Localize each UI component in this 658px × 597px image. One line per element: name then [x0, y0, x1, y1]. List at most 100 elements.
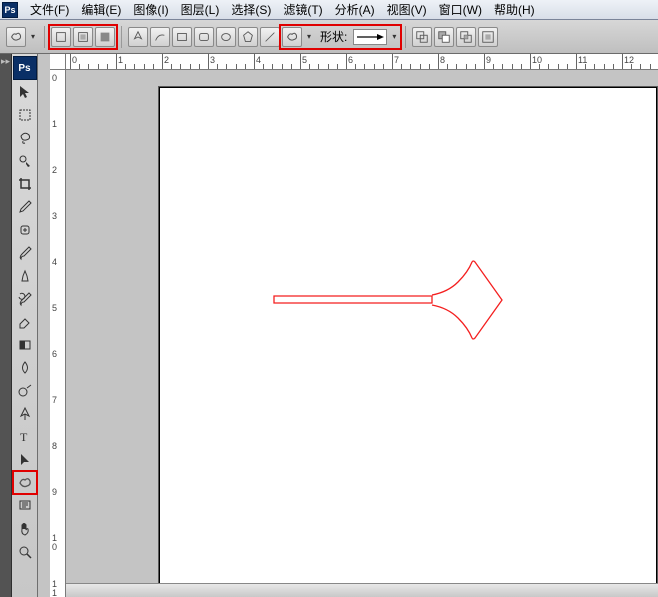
ruler-number: 9: [486, 55, 491, 65]
ruler-number: 12: [624, 55, 634, 65]
horizontal-scrollbar[interactable]: [66, 583, 658, 597]
shape-picker[interactable]: [353, 29, 387, 45]
ruler-number: 0: [72, 55, 77, 65]
tool-gradient[interactable]: [13, 333, 37, 356]
geometry-caret-icon[interactable]: ▾: [304, 29, 314, 45]
intersect-shape-icon[interactable]: [456, 27, 476, 47]
panel-collapse-gutter[interactable]: ▸▸: [0, 54, 12, 597]
menu-window[interactable]: 窗口(W): [433, 0, 488, 20]
ruler-tick: [484, 54, 485, 70]
polygon-shape-icon[interactable]: [238, 27, 258, 47]
ruler-tick: [438, 54, 439, 70]
tool-clone[interactable]: [13, 264, 37, 287]
ruler-number: 2: [52, 166, 57, 175]
tool-blur[interactable]: [13, 356, 37, 379]
ruler-tick: [346, 54, 347, 70]
layer-mode-group: [51, 27, 115, 47]
rounded-rect-shape-icon[interactable]: [194, 27, 214, 47]
fill-pixels-button[interactable]: [95, 27, 115, 47]
arrow-shape-drawing: [272, 258, 504, 348]
ruler-number: 4: [52, 258, 57, 267]
tool-history-brush[interactable]: [13, 287, 37, 310]
menu-edit[interactable]: 编辑(E): [75, 0, 127, 20]
tool-pen[interactable]: [13, 402, 37, 425]
menu-image[interactable]: 图像(I): [127, 0, 174, 20]
document-area: 012345678910111213 01234567891011: [38, 54, 658, 597]
rectangle-shape-icon[interactable]: [172, 27, 192, 47]
tool-hand[interactable]: [13, 517, 37, 540]
tool-crop[interactable]: [13, 172, 37, 195]
tool-dodge[interactable]: [13, 379, 37, 402]
tool-lasso[interactable]: [13, 126, 37, 149]
subtract-shape-icon[interactable]: [434, 27, 454, 47]
ruler-number: 5: [302, 55, 307, 65]
ruler-number: 7: [394, 55, 399, 65]
tool-zoom[interactable]: [13, 540, 37, 563]
ellipse-shape-icon[interactable]: [216, 27, 236, 47]
tool-brush[interactable]: [13, 241, 37, 264]
menu-view[interactable]: 视图(V): [381, 0, 433, 20]
ruler-tick: [162, 54, 163, 70]
exclude-shape-icon[interactable]: [478, 27, 498, 47]
ruler-number: 9: [52, 488, 57, 497]
tool-type[interactable]: T: [13, 425, 37, 448]
ruler-vertical: 01234567891011: [50, 70, 66, 597]
canvas[interactable]: [158, 86, 658, 583]
ruler-number: 1: [118, 55, 123, 65]
tool-preset-caret-icon[interactable]: ▾: [28, 29, 38, 45]
ruler-corner: [50, 54, 66, 70]
tool-move[interactable]: [13, 80, 37, 103]
ruler-tick: [300, 54, 301, 70]
ruler-number: 0: [52, 74, 57, 83]
tool-healing[interactable]: [13, 218, 37, 241]
tool-eraser[interactable]: [13, 310, 37, 333]
freeform-pen-icon[interactable]: [150, 27, 170, 47]
ruler-tick: [622, 54, 623, 70]
tool-path-select[interactable]: [13, 448, 37, 471]
tool-eyedropper[interactable]: [13, 195, 37, 218]
app-icon: Ps: [2, 2, 18, 18]
ruler-number: 5: [52, 304, 57, 313]
tool-custom-shape[interactable]: [13, 471, 37, 494]
ruler-tick: [254, 54, 255, 70]
workspace: ▸▸ Ps T 012345678910111213 0123456789101…: [0, 54, 658, 597]
menu-analysis[interactable]: 分析(A): [329, 0, 381, 20]
menu-select[interactable]: 选择(S): [225, 0, 277, 20]
ruler-number: 8: [440, 55, 445, 65]
menu-file[interactable]: 文件(F): [24, 0, 75, 20]
separator: [44, 26, 45, 48]
ruler-number: 6: [348, 55, 353, 65]
ruler-horizontal: 012345678910111213: [66, 54, 658, 70]
ruler-number: 7: [52, 396, 57, 405]
ruler-number: 10: [52, 534, 57, 552]
shape-label: 形状:: [316, 28, 351, 45]
tool-marquee[interactable]: [13, 103, 37, 126]
line-shape-icon[interactable]: [260, 27, 280, 47]
ruler-tick: [70, 54, 71, 70]
ruler-tick: [116, 54, 117, 70]
add-to-shape-icon[interactable]: [412, 27, 432, 47]
shape-tools-group: [128, 27, 280, 47]
canvas-viewport[interactable]: [66, 70, 658, 583]
shape-picker-caret-icon[interactable]: ▾: [389, 29, 399, 45]
menu-layer[interactable]: 图层(L): [175, 0, 226, 20]
shape-layers-button[interactable]: [51, 27, 71, 47]
tool-notes[interactable]: [13, 494, 37, 517]
tool-quick-select[interactable]: [13, 149, 37, 172]
ps-header-icon: Ps: [13, 56, 37, 80]
ruler-tick: [392, 54, 393, 70]
menu-help[interactable]: 帮助(H): [488, 0, 541, 20]
paths-button[interactable]: [73, 27, 93, 47]
pen-shape-icon[interactable]: [128, 27, 148, 47]
separator: [405, 26, 406, 48]
current-tool-icon[interactable]: [6, 27, 26, 47]
menu-filter[interactable]: 滤镜(T): [277, 0, 328, 20]
ruler-tick: [208, 54, 209, 70]
ruler-number: 11: [52, 580, 57, 597]
custom-shape-button[interactable]: [282, 27, 302, 47]
toolbox: Ps T: [12, 54, 38, 597]
canvas-content: [160, 88, 656, 583]
svg-text:T: T: [20, 430, 28, 444]
ruler-tick: [530, 54, 531, 70]
ruler-number: 3: [52, 212, 57, 221]
